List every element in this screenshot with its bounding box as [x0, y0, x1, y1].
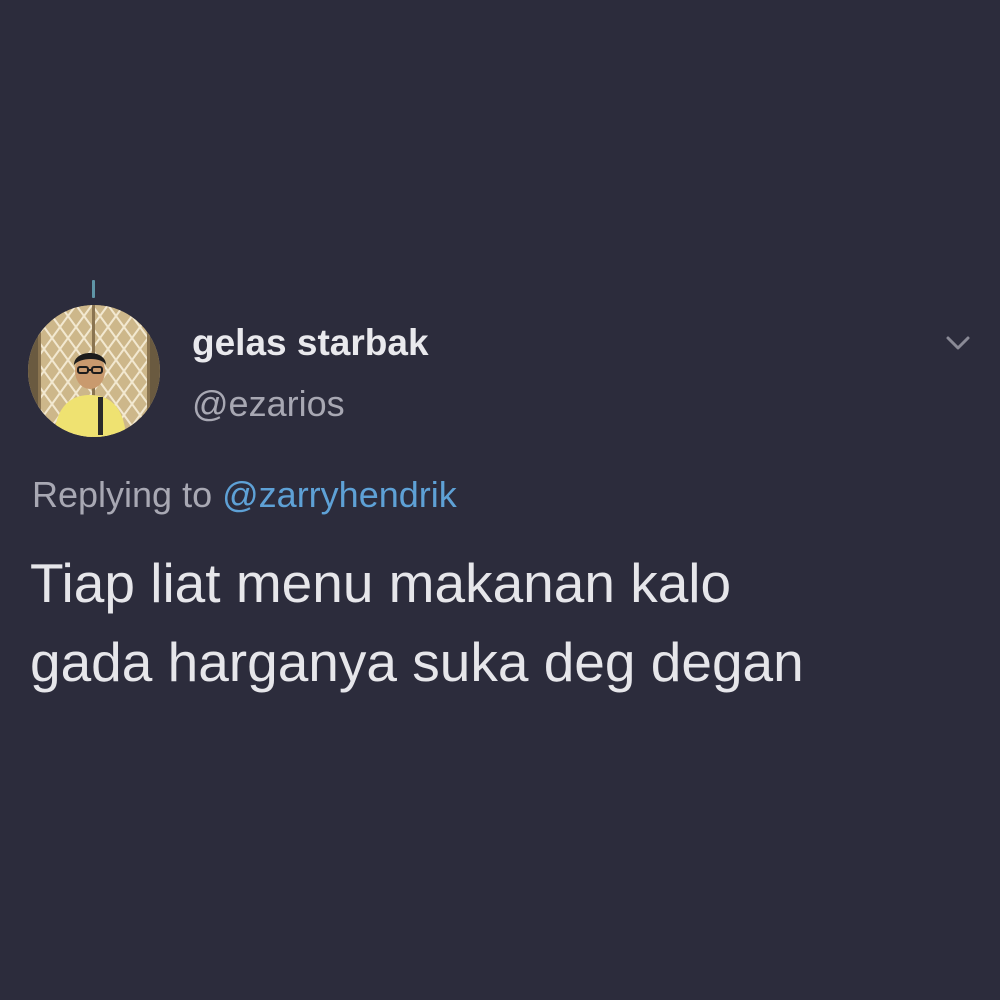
chevron-down-icon [946, 336, 970, 350]
thread-connector-line [92, 280, 95, 298]
reply-prefix: Replying to [32, 474, 213, 515]
tweet-page: gelas starbak @ezarios Replying to @zarr… [0, 0, 1000, 1000]
tweet-text-line: gada harganya suka deg degan [30, 631, 804, 693]
reply-context: Replying to @zarryhendrik [32, 474, 457, 516]
tweet-body: Tiap liat menu makanan kalo gada hargany… [30, 544, 970, 702]
author-avatar[interactable] [28, 305, 160, 437]
reply-mention-link[interactable]: @zarryhendrik [222, 474, 457, 515]
author-handle[interactable]: @ezarios [192, 383, 345, 425]
tweet-menu-button[interactable] [940, 330, 976, 356]
tweet-text-line: Tiap liat menu makanan kalo [30, 552, 732, 614]
profile-photo-icon [28, 305, 160, 437]
author-display-name[interactable]: gelas starbak [192, 322, 429, 364]
